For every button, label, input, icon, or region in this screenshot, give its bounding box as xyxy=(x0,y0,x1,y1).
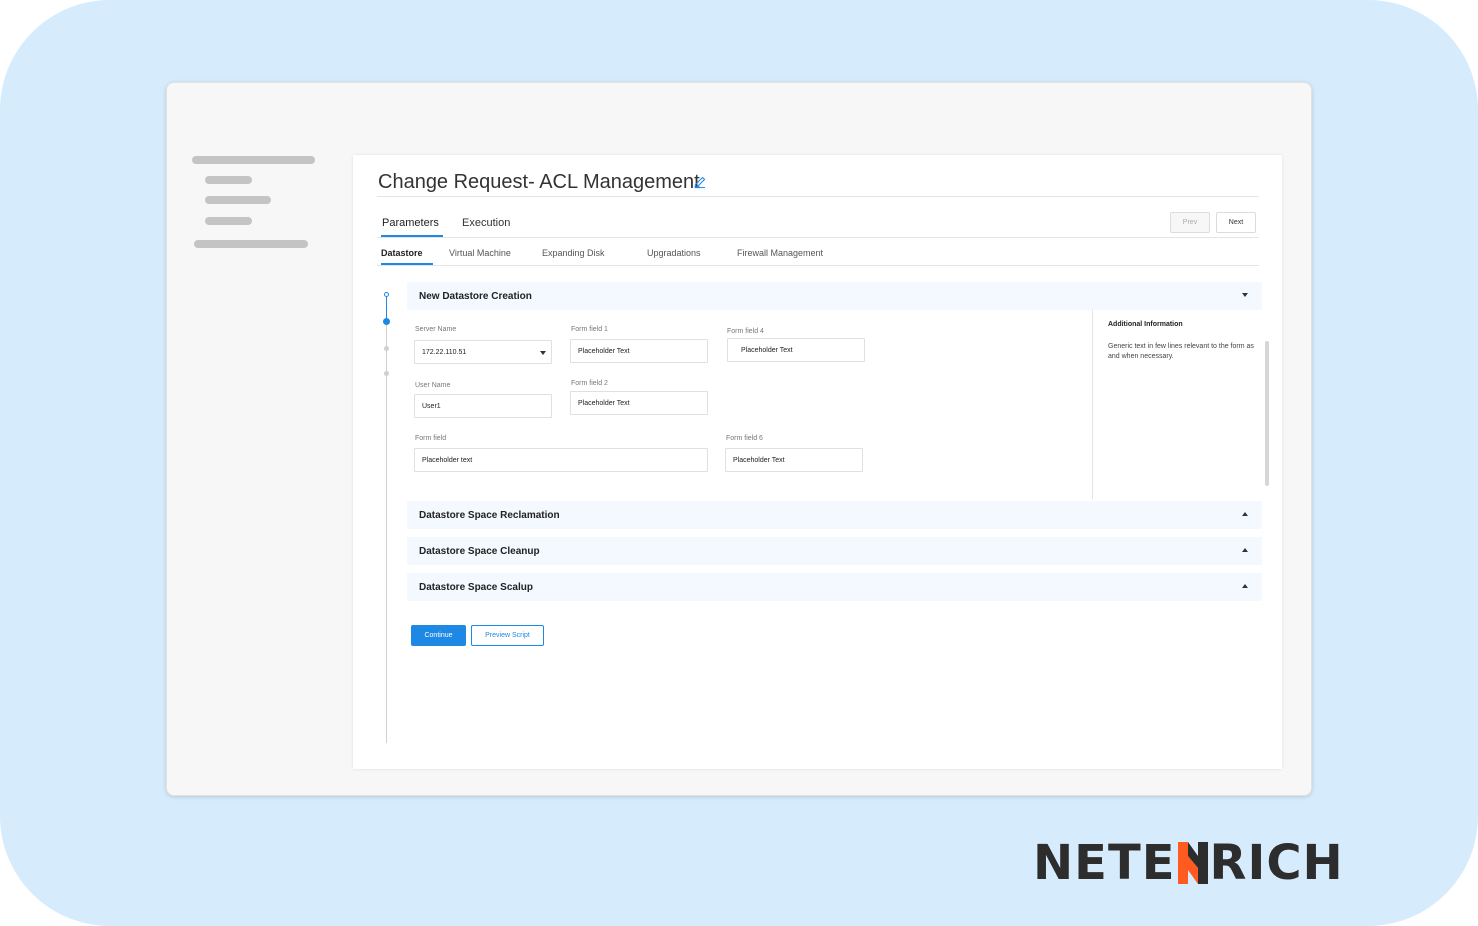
caret-up-icon xyxy=(1242,512,1248,516)
form-field-label: Form field xyxy=(415,435,447,442)
info-title: Additional Information xyxy=(1108,321,1183,328)
server-name-label: Server Name xyxy=(415,326,457,333)
stepper-track xyxy=(386,295,387,743)
sidebar-placeholder-line xyxy=(205,196,271,204)
section-datastore-space-cleanup[interactable]: Datastore Space Cleanup xyxy=(407,537,1262,565)
form-field-6-input[interactable]: Placeholder Text xyxy=(725,448,863,472)
form-field-1-label: Form field 1 xyxy=(571,326,608,333)
section-title: New Datastore Creation xyxy=(419,290,532,302)
user-name-label: User Name xyxy=(415,382,451,389)
scrollbar[interactable] xyxy=(1265,341,1269,486)
main-panel: Change Request- ACL Management Parameter… xyxy=(353,155,1282,769)
edit-pencil-icon[interactable] xyxy=(693,175,707,189)
tabs-divider xyxy=(377,237,1259,238)
caret-up-icon xyxy=(1242,584,1248,588)
subtab-datastore[interactable]: Datastore xyxy=(381,248,423,258)
section-new-datastore-creation[interactable]: New Datastore Creation xyxy=(407,282,1262,310)
logo-text-right: RICH xyxy=(1209,835,1344,891)
caret-down-icon xyxy=(1242,293,1248,297)
page-title: Change Request- ACL Management xyxy=(378,171,700,193)
title-divider xyxy=(377,196,1259,197)
user-name-input[interactable]: User1 xyxy=(414,394,552,418)
subtab-upgradations[interactable]: Upgradations xyxy=(647,248,701,258)
step-current-dot[interactable] xyxy=(383,318,390,325)
info-text: Generic text in few lines relevant to th… xyxy=(1108,343,1254,360)
info-divider xyxy=(1092,310,1093,499)
prev-button[interactable]: Prev xyxy=(1170,212,1210,233)
form-field-2-input[interactable]: Placeholder Text xyxy=(570,391,708,415)
form-field-input[interactable]: Placeholder text xyxy=(414,448,708,472)
form-field-6-label: Form field 6 xyxy=(726,435,763,442)
next-button[interactable]: Next xyxy=(1216,212,1256,233)
logo-n-mark-icon xyxy=(1177,842,1208,884)
section-datastore-space-scalup[interactable]: Datastore Space Scalup xyxy=(407,573,1262,601)
sidebar-placeholder-line xyxy=(205,176,252,184)
chevron-down-icon xyxy=(540,351,546,355)
server-name-value: 172.22.110.51 xyxy=(422,348,467,356)
tab-parameters[interactable]: Parameters xyxy=(382,217,439,229)
step-dot[interactable] xyxy=(384,371,389,376)
continue-button[interactable]: Continue xyxy=(411,625,466,646)
preview-script-button[interactable]: Preview Script xyxy=(471,625,544,646)
logo-text-left: NETE xyxy=(1033,835,1176,891)
server-name-select[interactable]: 172.22.110.51 xyxy=(414,340,552,364)
section-title: Datastore Space Reclamation xyxy=(419,509,560,521)
caret-up-icon xyxy=(1242,548,1248,552)
netenrich-logo: NETE RICH xyxy=(1033,835,1344,891)
step-start-dot xyxy=(384,292,389,297)
section-title: Datastore Space Cleanup xyxy=(419,545,540,557)
subtabs-divider xyxy=(377,265,1259,266)
form-field-2-label: Form field 2 xyxy=(571,380,608,387)
form-field-4-label: Form field 4 xyxy=(727,328,764,335)
step-dot[interactable] xyxy=(384,346,389,351)
subtab-virtual-machine[interactable]: Virtual Machine xyxy=(449,248,511,258)
section-datastore-space-reclamation[interactable]: Datastore Space Reclamation xyxy=(407,501,1262,529)
form-field-4-input[interactable]: Placeholder Text xyxy=(727,338,865,362)
sidebar-placeholder-line xyxy=(192,156,315,164)
subtab-firewall-management[interactable]: Firewall Management xyxy=(737,248,823,258)
section-title: Datastore Space Scalup xyxy=(419,581,533,593)
sidebar-placeholder-line xyxy=(194,240,308,248)
tab-execution[interactable]: Execution xyxy=(462,217,510,229)
subtab-expanding-disk[interactable]: Expanding Disk xyxy=(542,248,605,258)
sidebar-placeholder-line xyxy=(205,217,252,225)
form-field-1-input[interactable]: Placeholder Text xyxy=(570,339,708,363)
